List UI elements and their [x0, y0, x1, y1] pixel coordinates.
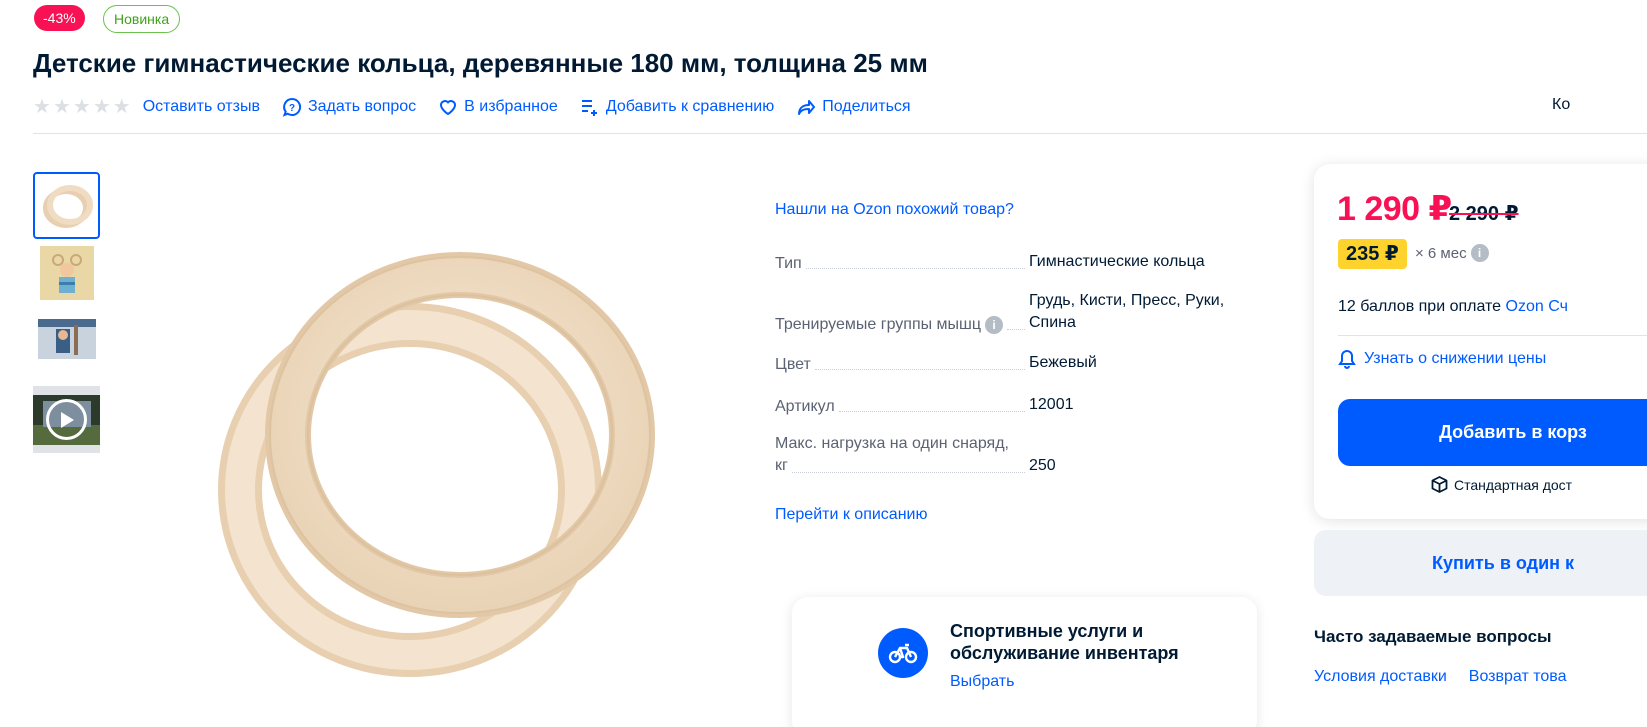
discount-badge: -43% — [34, 5, 85, 31]
faq-return-link[interactable]: Возврат това — [1469, 668, 1567, 686]
price-drop-notify[interactable]: Узнать о снижении цены — [1338, 349, 1546, 369]
spec-key: Артикул — [775, 398, 835, 415]
share-label: Поделиться — [822, 98, 911, 115]
product-title: Детские гимнастические кольца, деревянны… — [33, 48, 928, 78]
ozon-points: 12 баллов при оплате Ozon Сч — [1338, 298, 1568, 316]
installment-price[interactable]: 235 ₽ — [1338, 239, 1407, 269]
bell-icon — [1338, 349, 1356, 369]
star-icon: ★ — [112, 96, 131, 118]
spec-value: Бежевый — [1029, 354, 1097, 371]
spec-value: 12001 — [1029, 396, 1074, 413]
heart-icon — [440, 100, 457, 116]
faq-delivery-link[interactable]: Условия доставки — [1314, 668, 1447, 686]
bicycle-icon — [878, 628, 928, 678]
play-icon — [46, 399, 87, 440]
share-link[interactable]: Поделиться — [796, 97, 911, 117]
add-favorite-link[interactable]: В избранное — [438, 97, 558, 117]
spec-value: Гимнастические кольца — [1029, 253, 1205, 270]
spec-row-color: Цвет Бежевый — [775, 352, 1245, 374]
delivery-label: Стандартная дост — [1454, 476, 1573, 493]
goto-description-link[interactable]: Перейти к описанию — [775, 506, 927, 524]
header-divider — [33, 133, 1647, 134]
ozon-card-link[interactable]: Ozon Сч — [1506, 298, 1568, 315]
leave-review-link[interactable]: Оставить отзыв — [143, 98, 260, 116]
add-compare-link[interactable]: Добавить к сравнению — [580, 97, 774, 117]
spec-row-type: Тип Гимнастические кольца — [775, 251, 1245, 273]
installment-months-label: × 6 мес — [1415, 244, 1467, 262]
spec-row-muscles: Тренируемые группы мышц i Грудь, Кисти, … — [775, 290, 1245, 334]
star-icon: ★ — [92, 96, 111, 118]
spec-row-sku: Артикул 12001 — [775, 394, 1245, 416]
star-icon: ★ — [72, 96, 91, 118]
svg-text:?: ? — [289, 103, 295, 114]
old-price: 2 290 ₽ — [1449, 203, 1519, 225]
spec-value: Грудь, Кисти, Пресс, Руки, Спина — [1029, 292, 1225, 331]
spec-key: Тип — [775, 255, 802, 272]
buy-one-click-button[interactable]: Купить в один к — [1314, 530, 1647, 596]
faq-title: Часто задаваемые вопросы — [1314, 627, 1552, 646]
info-icon[interactable]: i — [985, 316, 1004, 334]
spec-value: 250 — [1029, 457, 1056, 474]
ask-question-link[interactable]: ? Задать вопрос — [282, 97, 416, 117]
delivery-info: Стандартная дост — [1431, 476, 1572, 493]
current-price: 1 290 ₽ — [1337, 190, 1452, 228]
faq-links: Условия доставки Возврат това — [1314, 668, 1567, 686]
thumbnail-child-hanging[interactable] — [33, 305, 100, 372]
add-to-cart-button[interactable]: Добавить в корз — [1338, 399, 1647, 466]
box-icon — [1431, 476, 1448, 493]
installment-months: × 6 мес i — [1415, 244, 1489, 262]
ring-thumbnail-image — [42, 184, 93, 228]
add-compare-label: Добавить к сравнению — [605, 98, 775, 115]
price-drop-label: Узнать о снижении цены — [1364, 350, 1547, 367]
add-favorite-label: В избранное — [464, 98, 558, 115]
spec-key: Макс. нагрузка на один снаряд, — [775, 435, 1009, 452]
main-product-image[interactable] — [195, 240, 675, 700]
similar-product-link[interactable]: Нашли на Ozon похожий товар? — [775, 201, 1014, 219]
thumbnail-ring[interactable] — [33, 172, 100, 239]
product-actions: ★ ★ ★ ★ ★ Оставить отзыв ? Задать вопрос… — [33, 94, 933, 120]
child-on-rings-thumbnail-image — [39, 245, 94, 300]
truncated-action[interactable]: Ко — [1552, 96, 1570, 114]
spec-key: Цвет — [775, 356, 811, 373]
spec-row-max-load: Макс. нагрузка на один снаряд, кг 250 — [775, 433, 1245, 477]
rating-stars[interactable]: ★ ★ ★ ★ ★ — [33, 97, 131, 117]
star-icon: ★ — [33, 96, 51, 118]
thumbnail-child-rings[interactable] — [33, 239, 100, 306]
spec-key-unit: кг — [775, 457, 788, 474]
info-icon[interactable]: i — [1470, 244, 1489, 262]
star-icon: ★ — [52, 96, 71, 118]
sport-services-title: Спортивные услуги и обслуживание инвента… — [950, 621, 1179, 663]
sport-services-select-link[interactable]: Выбрать — [950, 673, 1014, 691]
share-arrow-icon — [798, 100, 816, 115]
question-bubble-icon: ? — [282, 97, 301, 117]
leave-review-label: Оставить отзыв — [142, 98, 260, 115]
new-badge: Новинка — [103, 5, 181, 33]
child-hanging-thumbnail-image — [37, 318, 96, 359]
thumbnail-video[interactable] — [33, 386, 100, 453]
points-text: 12 баллов при оплате — [1338, 298, 1506, 315]
card-divider — [1338, 335, 1647, 336]
ask-question-label: Задать вопрос — [307, 98, 417, 115]
compare-list-icon — [581, 100, 597, 116]
spec-key: Тренируемые группы мышц — [775, 316, 982, 333]
